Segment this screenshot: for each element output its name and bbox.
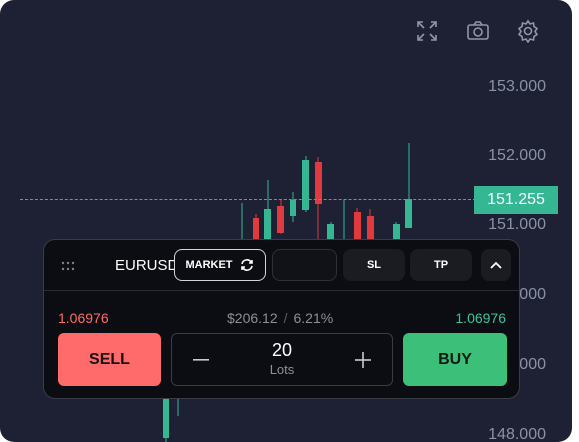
collapse-button[interactable] <box>481 249 511 281</box>
blank-toggle-button[interactable] <box>272 249 337 281</box>
order-type-label: MARKET <box>185 259 233 271</box>
current-price-badge: 151.255 <box>474 186 558 214</box>
candle <box>253 214 259 240</box>
candle <box>163 398 169 442</box>
plus-icon <box>355 352 371 368</box>
margin-percent: 6.21% <box>293 310 334 326</box>
candle <box>302 156 309 212</box>
increase-button[interactable] <box>350 347 376 373</box>
order-type-button[interactable]: MARKET <box>174 249 266 281</box>
quantity-stepper: 20 Lots <box>171 333 393 386</box>
current-price-line <box>20 199 476 200</box>
candle <box>264 180 271 240</box>
buy-price: 1.06976 <box>455 310 506 326</box>
ticket-header: EURUSD MARKET SL TP <box>44 240 519 291</box>
symbol-label: EURUSD <box>115 257 179 274</box>
candle <box>367 209 374 240</box>
buy-button[interactable]: BUY <box>403 333 507 386</box>
candle <box>327 222 334 240</box>
margin-info: $206.12 / 6.21% <box>227 310 333 326</box>
drag-handle-icon[interactable] <box>61 259 75 271</box>
candle <box>290 192 296 222</box>
candle <box>393 222 400 240</box>
candle <box>354 208 361 240</box>
stop-loss-button[interactable]: SL <box>343 249 405 281</box>
refresh-icon <box>240 259 253 271</box>
margin-amount: $206.12 <box>227 310 278 326</box>
chevron-up-icon <box>490 261 502 269</box>
order-ticket: EURUSD MARKET SL TP 1.06976 $206.12 / 6.… <box>43 239 520 399</box>
margin-separator: / <box>283 310 288 326</box>
candle <box>277 200 284 234</box>
candle <box>405 143 412 228</box>
take-profit-button[interactable]: TP <box>410 249 472 281</box>
sell-button[interactable]: SELL <box>58 333 161 386</box>
chart-panel[interactable]: 153.000 152.000 151.000 150.000 149.000 … <box>0 0 572 442</box>
sell-price: 1.06976 <box>58 310 109 326</box>
